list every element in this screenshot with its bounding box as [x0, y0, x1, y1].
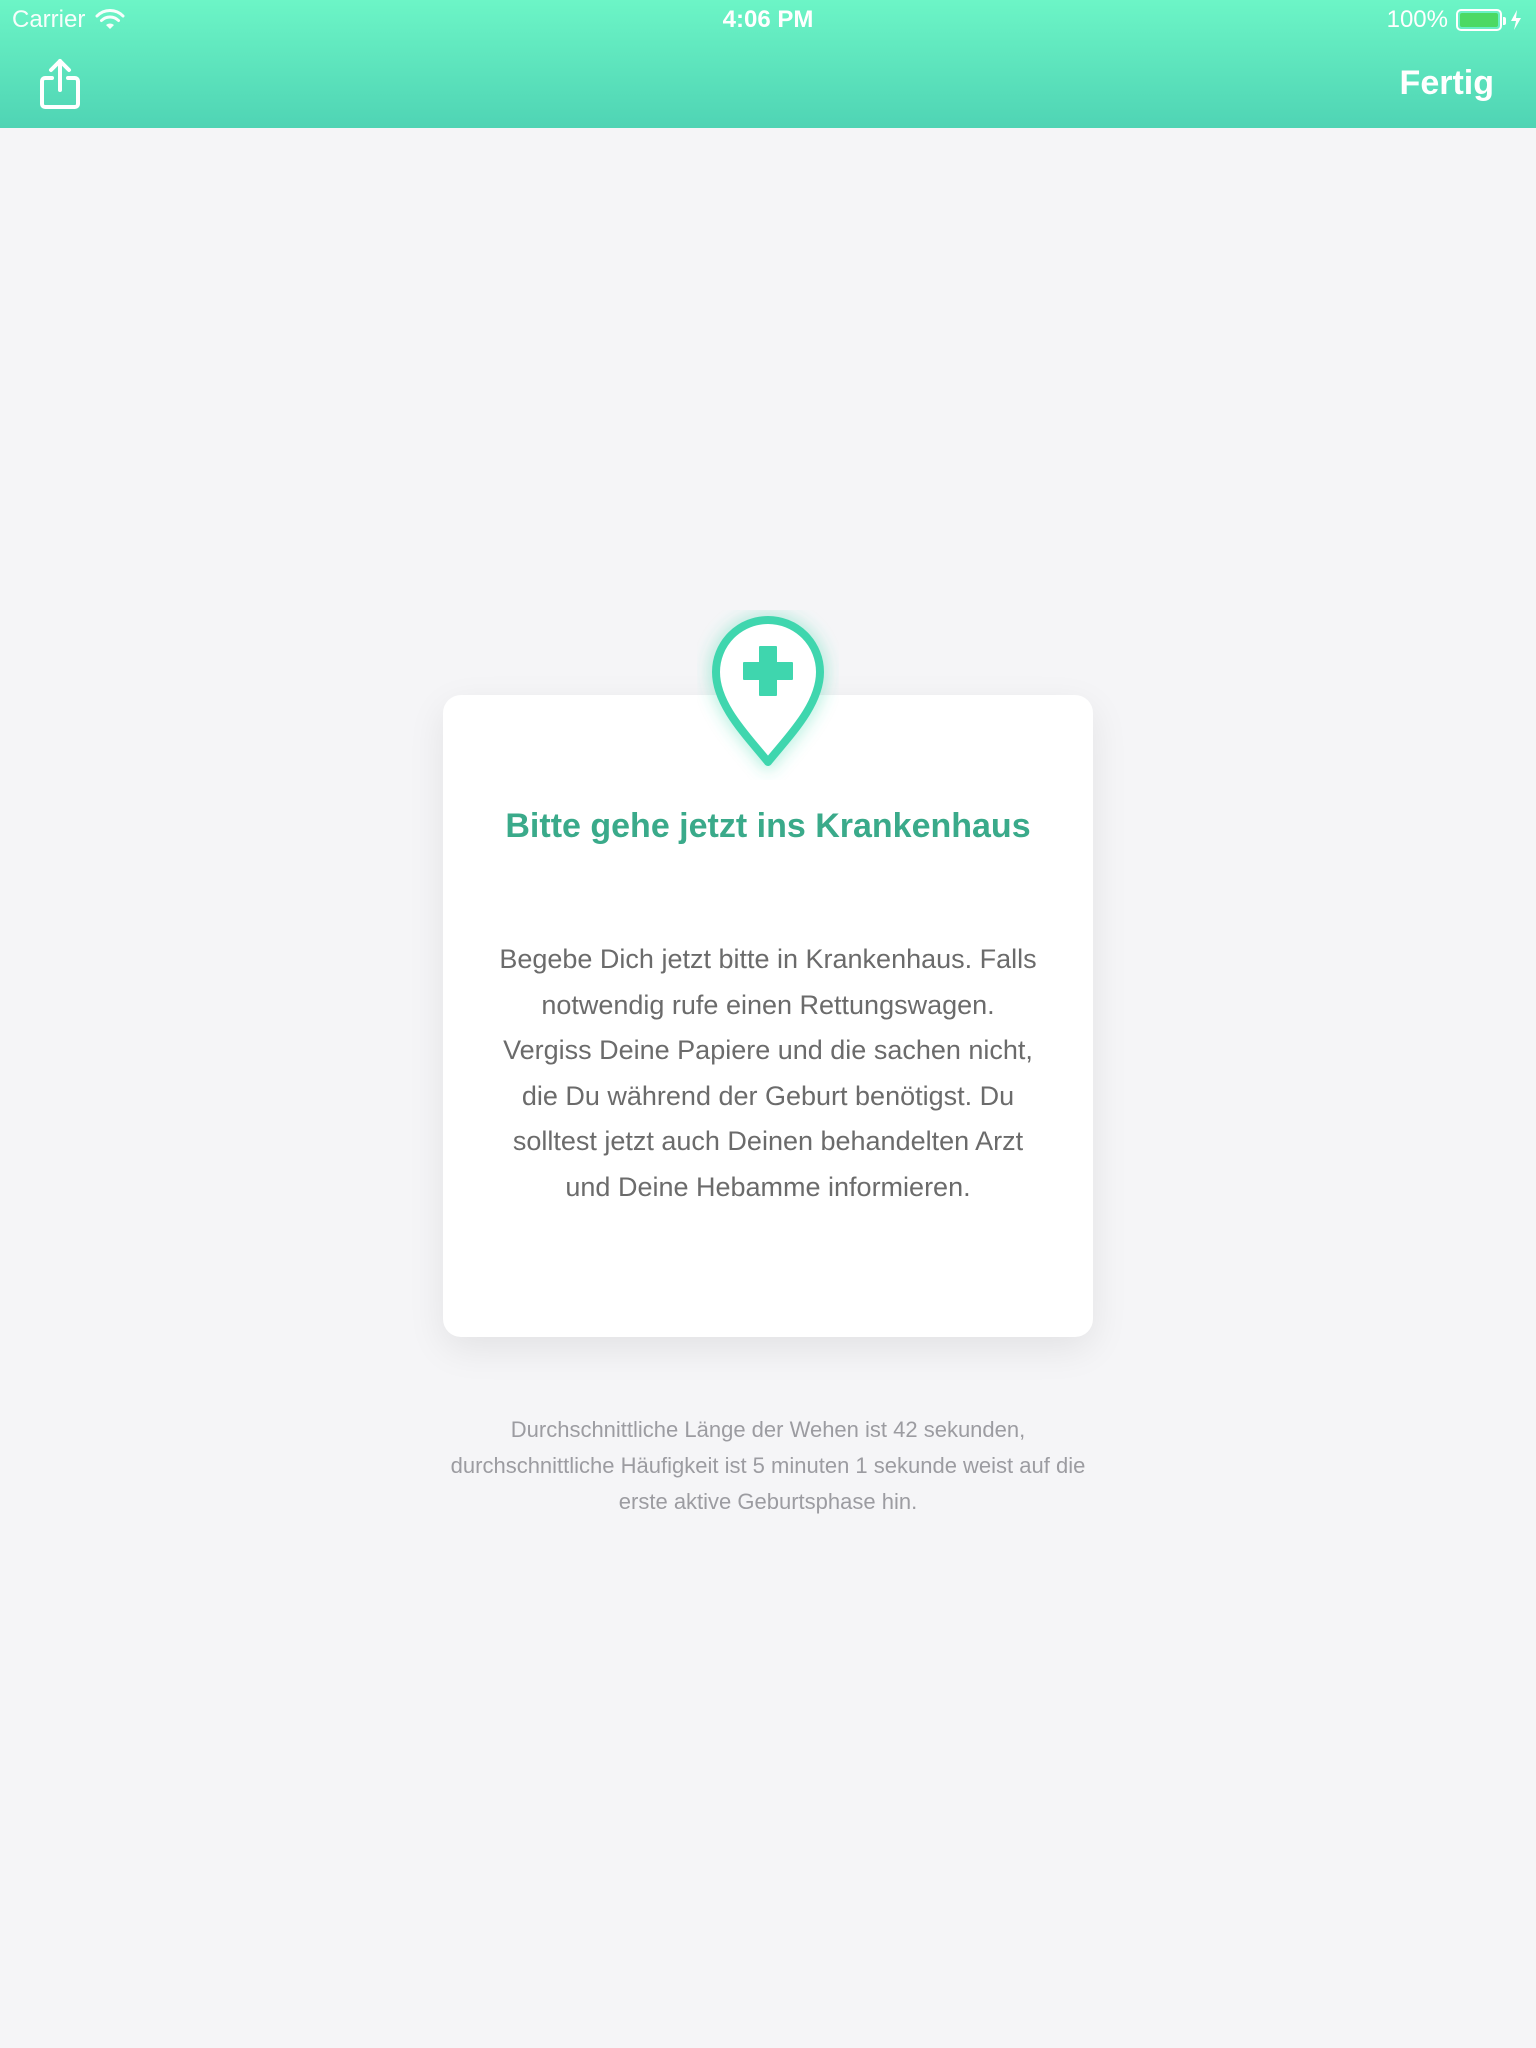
battery-icon	[1456, 9, 1506, 31]
navigation-bar: Fertig	[0, 40, 1536, 128]
charging-bolt-icon	[1511, 10, 1521, 30]
done-button[interactable]: Fertig	[1400, 64, 1494, 103]
card-message: Begebe Dich jetzt bitte in Krankenhaus. …	[499, 944, 1037, 1202]
hospital-location-pin-icon	[709, 614, 827, 772]
share-icon	[40, 59, 80, 109]
battery-status: 100%	[1387, 6, 1522, 34]
share-button[interactable]	[38, 58, 82, 110]
status-time: 4:06 PM	[722, 6, 814, 33]
battery-level	[1460, 13, 1498, 27]
app-header: Carrier 4:06 PM 100% Fertig	[0, 0, 1536, 128]
contraction-summary-note: Durchschnittliche Länge der Wehen ist 42…	[450, 1417, 1086, 1514]
status-bar: Carrier 4:06 PM 100%	[0, 0, 1536, 40]
card-title: Bitte gehe jetzt ins Krankenhaus	[505, 807, 1031, 845]
hospital-alert-card: Bitte gehe jetzt ins Krankenhaus Begebe …	[443, 695, 1093, 1337]
battery-percent: 100%	[1386, 6, 1448, 33]
